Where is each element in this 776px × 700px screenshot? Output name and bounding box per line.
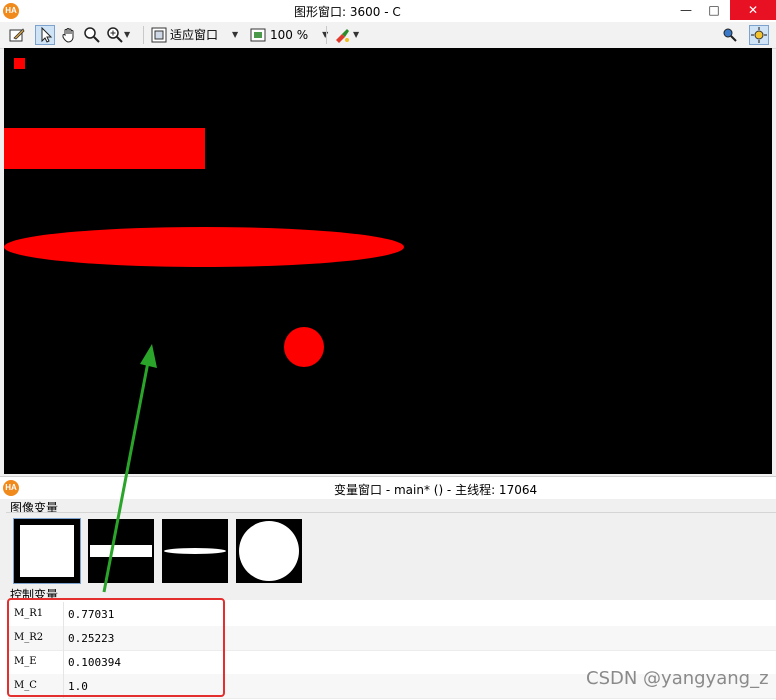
annotation-arrow <box>102 344 157 593</box>
watermark: CSDN @yangyang_z <box>586 668 769 689</box>
